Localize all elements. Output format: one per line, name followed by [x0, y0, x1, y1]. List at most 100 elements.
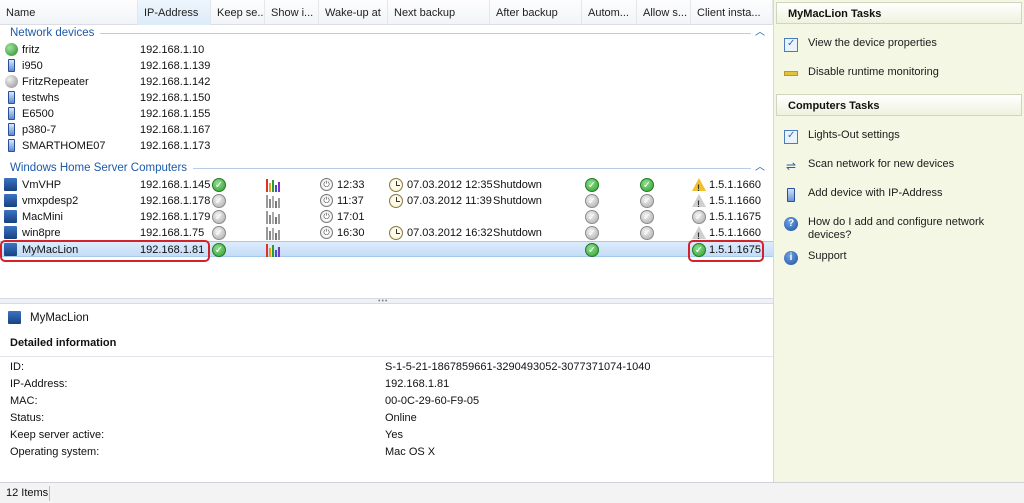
wake-up-icon: ⏻: [320, 210, 333, 223]
table-row[interactable]: i950 192.168.1.139: [0, 58, 773, 74]
wake-up-icon: ⏻: [320, 178, 333, 191]
device-tasks-header: MyMacLion Tasks: [776, 2, 1022, 24]
wake-up-time: 17:01: [337, 211, 365, 223]
table-row[interactable]: SMARTHOME07 192.168.1.173: [0, 138, 773, 154]
inactive-check-icon: ✓: [640, 210, 654, 224]
table-row[interactable]: win8pre 192.168.1.75 ✓ ⏻ 16:30 07.03.2012 16:…: [0, 225, 773, 241]
computer-icon: [4, 226, 17, 239]
collapse-chevron-icon[interactable]: ︿: [755, 160, 765, 176]
task-label[interactable]: Disable runtime monitoring: [808, 66, 1013, 79]
device-name: i950: [22, 60, 43, 72]
ok-check-icon: ✓: [585, 243, 599, 257]
detail-row: IP-Address: 192.168.1.81: [0, 376, 773, 392]
task-label[interactable]: Lights-Out settings: [808, 129, 1013, 142]
inactive-check-icon: ✓: [640, 226, 654, 240]
group-title: Network devices: [10, 25, 101, 41]
computer-name: VmVHP: [22, 179, 62, 191]
status-bar: 12 Items: [0, 482, 1024, 503]
table-row[interactable]: FritzRepeater 192.168.1.142: [0, 74, 773, 90]
table-row[interactable]: MacMini 192.168.1.179 ✓ ⏻ 17:01 ✓ ✓ ✓ 1.5.1.1675: [0, 209, 773, 225]
client-version: 1.5.1.1660: [709, 179, 761, 191]
inactive-check-icon: ✓: [212, 226, 226, 240]
column-header-client[interactable]: Client insta...: [691, 0, 773, 25]
client-version: 1.5.1.1660: [709, 195, 761, 207]
table-row[interactable]: testwhs 192.168.1.150: [0, 90, 773, 106]
detail-title-text: MyMacLion: [30, 312, 89, 324]
table-row[interactable]: vmxpdesp2 192.168.1.178 ✓ ⏻ 11:37 07.03.2012 …: [0, 193, 773, 209]
task-label[interactable]: How do I add and configure network devic…: [808, 216, 1013, 242]
ok-check-icon: ✓: [212, 243, 226, 257]
table-row[interactable]: p380-7 192.168.1.167: [0, 122, 773, 138]
device-name: FritzRepeater: [22, 76, 89, 88]
device-name: testwhs: [22, 92, 60, 104]
device-icon: [8, 139, 15, 152]
inactive-check-icon: ✓: [585, 194, 599, 208]
column-header-after-backup[interactable]: After backup: [490, 0, 582, 25]
next-backup: 07.03.2012 16:32: [407, 227, 493, 239]
scan-network-icon: ⇌: [785, 159, 797, 173]
ip-address: 192.168.1.10: [140, 44, 205, 56]
inactive-check-icon: ✓: [212, 194, 226, 208]
ip-address: 192.168.1.142: [140, 76, 211, 88]
detail-row: MAC: 00-0C-29-60-F9-05: [0, 393, 773, 409]
detail-row: ID: S-1-5-21-1867859661-3290493052-307737…: [0, 359, 773, 375]
detail-row: Status: Online: [0, 410, 773, 426]
detail-label: Status:: [10, 412, 45, 424]
ip-address: 192.168.1.139: [140, 60, 211, 72]
group-header-whs-computers[interactable]: Windows Home Server Computers ︿: [0, 160, 773, 176]
group-header-network-devices[interactable]: Network devices ︿: [0, 25, 773, 41]
inactive-check-icon: ✓: [640, 194, 654, 208]
column-header-wake[interactable]: Wake-up at: [319, 0, 388, 25]
detail-label: Operating system:: [10, 446, 100, 458]
inactive-check-icon: ✓: [212, 210, 226, 224]
table-row[interactable]: E6500 192.168.1.155: [0, 106, 773, 122]
table-row[interactable]: fritz 192.168.1.10: [0, 42, 773, 58]
task-label[interactable]: Scan network for new devices: [808, 158, 1013, 171]
sort-ascending-icon: ▲: [171, 0, 178, 4]
inactive-check-icon: ✓: [585, 210, 599, 224]
item-count: 12 Items: [6, 487, 49, 499]
column-header-autom[interactable]: Autom...: [582, 0, 637, 25]
status-separator: [49, 486, 50, 501]
ip-address: 192.168.1.167: [140, 124, 211, 136]
client-version: 1.5.1.1675: [709, 211, 761, 223]
device-icon: [8, 123, 15, 136]
column-header-ip[interactable]: ▲IP-Address: [138, 0, 211, 25]
ip-address: 192.168.1.173: [140, 140, 211, 152]
detail-label: IP-Address:: [10, 378, 68, 390]
task-label[interactable]: View the device properties: [808, 37, 1013, 50]
column-header-show[interactable]: Show i...: [265, 0, 319, 25]
column-header-allow[interactable]: Allow s...: [637, 0, 691, 25]
column-header-bar: Name ▲IP-Address Keep se... Show i... Wa…: [0, 0, 773, 25]
column-header-next-backup[interactable]: Next backup: [388, 0, 490, 25]
task-label[interactable]: Add device with IP-Address: [808, 187, 1013, 200]
after-backup: Shutdown: [493, 227, 542, 239]
device-list[interactable]: Name ▲IP-Address Keep se... Show i... Wa…: [0, 0, 773, 298]
detail-value: S-1-5-21-1867859661-3290493052-307737107…: [385, 361, 651, 373]
task-label[interactable]: Support: [808, 250, 1013, 263]
collapse-chevron-icon[interactable]: ︿: [755, 25, 765, 41]
detail-label: Keep server active:: [10, 429, 105, 441]
detail-row: Keep server active: Yes: [0, 427, 773, 443]
activity-chart-icon: [266, 243, 280, 257]
detail-value: Yes: [385, 429, 403, 441]
table-row[interactable]: VmVHP 192.168.1.145 ✓ ⏻ 12:33 07.03.2012 12:3…: [0, 177, 773, 193]
inactive-warning-icon: !: [692, 194, 706, 209]
device-icon: [8, 107, 15, 120]
detail-row: Operating system: Mac OS X: [0, 444, 773, 460]
device-name: fritz: [22, 44, 40, 56]
computer-icon: [4, 210, 17, 223]
device-icon: [8, 91, 15, 104]
wake-up-icon: ⏻: [320, 226, 333, 239]
after-backup: Shutdown: [493, 179, 542, 191]
properties-icon: [784, 38, 798, 52]
ok-check-icon: ✓: [212, 178, 226, 192]
wake-up-time: 12:33: [337, 179, 365, 191]
ok-check-icon: ✓: [640, 178, 654, 192]
column-header-name[interactable]: Name: [0, 0, 138, 25]
detail-heading: Detailed information: [10, 337, 117, 349]
column-header-keep[interactable]: Keep se...: [211, 0, 265, 25]
wake-up-time: 11:37: [337, 195, 364, 207]
inactive-chart-icon: [266, 226, 280, 240]
ip-address: 192.168.1.155: [140, 108, 211, 120]
